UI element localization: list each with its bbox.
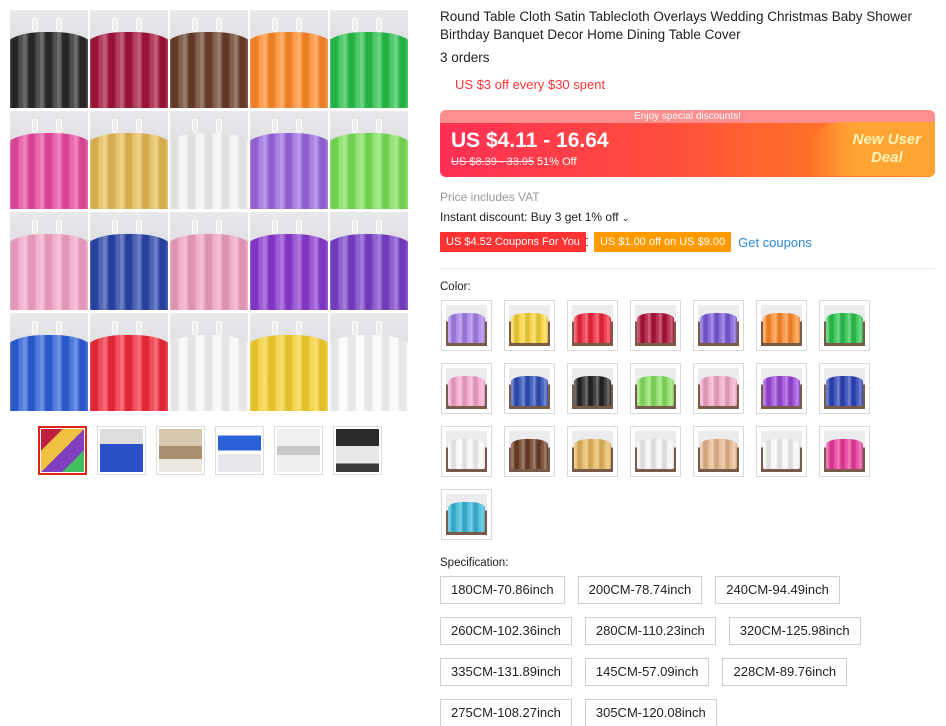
color-swatch[interactable] [504,426,555,477]
section-divider [440,268,935,269]
color-swatch[interactable] [756,300,807,351]
spec-option[interactable]: 275CM-108.27inch [440,699,572,726]
color-swatch[interactable] [441,489,492,540]
thumbnail-color-grid[interactable] [38,426,87,475]
new-user-deal-text: New User Deal [852,131,921,166]
gallery-tile [250,212,328,310]
gallery-tile [90,212,168,310]
order-count: 3 orders [440,50,490,65]
spec-option[interactable]: 280CM-110.23inch [584,617,716,645]
color-swatch[interactable] [819,363,870,414]
gallery-tile [250,313,328,411]
spec-option[interactable]: 335CM-131.89inch [440,658,572,686]
coupon-badge-store[interactable]: US $4.52 Coupons For You [440,232,588,252]
specification-options: 180CM-70.86inch 200CM-78.74inch 240CM-94.4… [440,576,936,726]
gallery-tile [330,313,408,411]
color-swatch[interactable] [630,300,681,351]
gallery-tile [170,10,248,108]
spec-row: 335CM-131.89inch 145CM-57.09inch 228CM-89.… [440,658,936,686]
thumbnail-strip [38,426,382,475]
gallery-tile [170,313,248,411]
gallery-tile [170,212,248,310]
color-swatch[interactable] [819,426,870,477]
store-promotion[interactable]: US $3 off every $30 spent [455,77,936,92]
coupon-row: US $4.52 Coupons For You US $1.00 off on… [440,232,812,252]
color-swatch[interactable] [693,426,744,477]
color-swatch[interactable] [441,300,492,351]
spec-row: 260CM-102.36inch 280CM-110.23inch 320CM-12… [440,617,936,645]
color-swatch[interactable] [630,363,681,414]
gallery-tile [250,10,328,108]
color-swatch[interactable] [756,363,807,414]
thumbnail-banquet-hall[interactable] [156,426,205,475]
color-swatch[interactable] [441,363,492,414]
gallery-tile [90,111,168,209]
current-price: US $4.11 - 16.64 [451,129,609,152]
color-swatch[interactable] [567,363,618,414]
gallery-tile [90,10,168,108]
original-price: US $8.39 - 33.95 [451,156,535,168]
thumbnail-white-chairs[interactable] [333,426,382,475]
price-banner: Enjoy special discounts! US $4.11 - 16.6… [440,110,935,177]
spec-option[interactable]: 305CM-120.08inch [584,699,717,726]
product-image-gallery[interactable] [10,10,410,411]
gallery-tile [90,313,168,411]
thumbnail-wedding-reception[interactable] [274,426,323,475]
product-title: Round Table Cloth Satin Tablecloth Overl… [440,9,912,42]
get-coupons-link[interactable]: Get coupons [738,235,812,250]
instant-discount[interactable]: Instant discount: Buy 3 get 1% off ⌄ [440,210,629,224]
spec-row: 180CM-70.86inch 200CM-78.74inch 240CM-94.4… [440,576,936,604]
color-swatch[interactable] [756,426,807,477]
color-swatch[interactable] [693,363,744,414]
chevron-down-icon: ⌄ [621,213,630,223]
vat-note: Price includes VAT [440,190,540,204]
gallery-tile [330,10,408,108]
color-swatch[interactable] [441,426,492,477]
spec-option[interactable]: 180CM-70.86inch [440,576,565,604]
gallery-tile [10,212,88,310]
spec-row: 275CM-108.27inch 305CM-120.08inch [440,699,936,726]
gallery-tile [10,313,88,411]
gallery-tile [10,111,88,209]
color-swatch[interactable] [567,300,618,351]
instant-discount-text: Instant discount: Buy 3 get 1% off [440,210,619,224]
color-swatch[interactable] [693,300,744,351]
color-swatch[interactable] [819,300,870,351]
color-swatch[interactable] [504,300,555,351]
spec-option[interactable]: 145CM-57.09inch [584,658,710,686]
spec-option[interactable]: 240CM-94.49inch [715,576,840,604]
product-info: Round Table Cloth Satin Tablecloth Overl… [440,8,936,92]
gallery-tile [330,212,408,310]
spec-option[interactable]: 228CM-89.76inch [722,658,848,686]
coupon-badge-select[interactable]: US $1.00 off on US $9.00 [593,232,732,252]
thumbnail-blue-white-tables[interactable] [215,426,264,475]
color-swatch[interactable] [504,363,555,414]
color-label: Color: [440,281,471,293]
new-user-deal-badge[interactable]: New User Deal [810,122,935,176]
gallery-tile [170,111,248,209]
gallery-tile [250,111,328,209]
gallery-tile [330,111,408,209]
spec-option[interactable]: 320CM-125.98inch [728,617,861,645]
specification-label: Specification: [440,557,509,569]
spec-option[interactable]: 200CM-78.74inch [577,576,703,604]
thumbnail-blue-table[interactable] [97,426,146,475]
spec-option[interactable]: 260CM-102.36inch [440,617,572,645]
color-swatch[interactable] [567,426,618,477]
gallery-tile [10,10,88,108]
color-swatch-list [441,300,881,540]
color-swatch[interactable] [630,426,681,477]
discount-percent: 51% Off [537,156,577,168]
